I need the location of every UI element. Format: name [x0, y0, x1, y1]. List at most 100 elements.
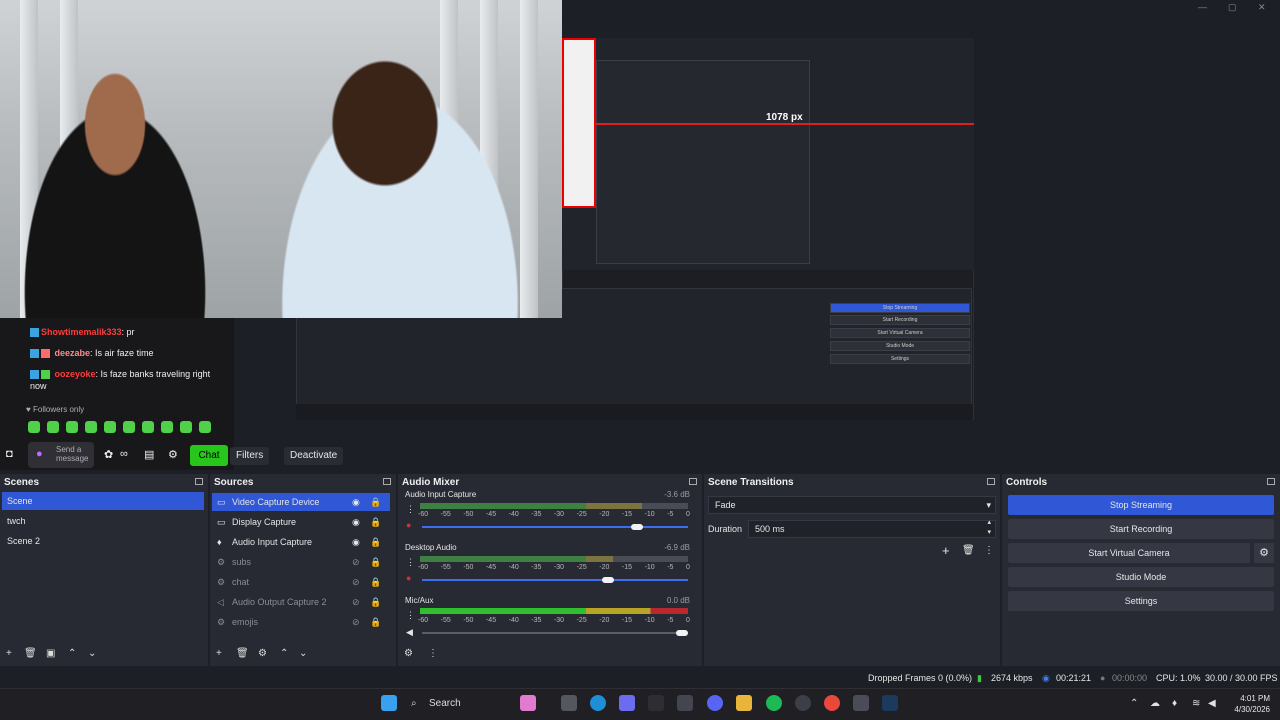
steam-icon[interactable]	[882, 695, 898, 711]
widget-flowers-icon[interactable]	[520, 695, 536, 711]
store-icon[interactable]: ▤	[144, 448, 154, 461]
move-down-icon[interactable]: ⌄	[88, 648, 96, 659]
visibility-eye-icon[interactable]: ◉	[352, 533, 360, 551]
hidden-eye-icon[interactable]: ⊘	[352, 613, 360, 631]
minimize-icon[interactable]: —	[1198, 2, 1207, 12]
discord-icon[interactable]	[707, 695, 723, 711]
microphone-icon[interactable]: ●	[36, 448, 43, 460]
chrome-icon[interactable]	[824, 695, 840, 711]
add-source-icon[interactable]: +	[216, 648, 222, 659]
source-item[interactable]: ♦ Audio Input Capture ◉ 🔒	[212, 533, 390, 551]
deactivate-button[interactable]: Deactivate	[284, 447, 344, 465]
delete-scene-icon[interactable]: 🗑	[24, 648, 37, 659]
start-recording-button[interactable]: Start Recording	[1008, 519, 1274, 539]
microphone-tray-icon[interactable]: ♦	[1172, 698, 1177, 709]
camera-icon[interactable]: ◘	[6, 448, 13, 460]
transition-select[interactable]: Fade ▾	[708, 496, 996, 514]
channel-menu-icon[interactable]: ⋮	[406, 504, 415, 515]
volume-slider-knob[interactable]	[630, 524, 643, 530]
chat-username[interactable]: Showtimemalik333	[41, 327, 122, 337]
duration-input[interactable]: 500 ms ▴ ▾	[748, 518, 996, 538]
undock-icon[interactable]	[195, 478, 203, 485]
undock-icon[interactable]	[1267, 478, 1275, 485]
emote-icon[interactable]	[47, 421, 59, 433]
lock-icon[interactable]: 🔒	[370, 553, 381, 571]
virtual-camera-settings-icon[interactable]: ⚙	[1254, 543, 1274, 563]
clock[interactable]: 4:01 PM 4/30/2026	[1226, 693, 1270, 715]
emote-icon[interactable]	[66, 421, 78, 433]
mixer-settings-icon[interactable]: ⚙	[404, 648, 413, 659]
emote-icon[interactable]	[104, 421, 116, 433]
source-item[interactable]: ◁ Audio Output Capture 2 ⊘ 🔒	[212, 593, 390, 611]
undock-icon[interactable]	[383, 478, 391, 485]
lock-icon[interactable]: 🔒	[370, 573, 381, 591]
mixer-menu-icon[interactable]: ⋮	[428, 648, 438, 659]
start-virtual-camera-button[interactable]: Start Virtual Camera	[1008, 543, 1250, 563]
move-down-icon[interactable]: ⌄	[299, 648, 307, 659]
hidden-eye-icon[interactable]: ⊘	[352, 573, 360, 591]
hidden-eye-icon[interactable]: ⊘	[352, 553, 360, 571]
volume-slider-knob[interactable]	[601, 577, 614, 583]
stop-streaming-button[interactable]: Stop Streaming	[1008, 495, 1274, 515]
filters-button[interactable]: Filters	[230, 447, 270, 465]
settings-app-icon[interactable]	[795, 695, 811, 711]
file-explorer-icon[interactable]	[561, 695, 577, 711]
add-transition-icon[interactable]: +	[942, 543, 950, 558]
windows-start-icon[interactable]	[381, 695, 397, 711]
cloud-icon[interactable]: ☁	[1150, 698, 1160, 709]
emote-icon[interactable]	[85, 421, 97, 433]
scene-item[interactable]: Scene 2	[2, 532, 204, 550]
chat-username[interactable]: deezabe	[55, 348, 91, 358]
move-up-icon[interactable]: ⌃	[68, 648, 76, 659]
location-pin-icon[interactable]	[648, 695, 664, 711]
volume-icon[interactable]: ◀	[1208, 698, 1216, 709]
chat-send-button[interactable]: Chat	[190, 445, 228, 466]
visibility-eye-icon[interactable]: ◉	[352, 513, 360, 531]
mute-icon[interactable]: ●	[406, 573, 411, 583]
calculator-icon[interactable]	[677, 695, 693, 711]
emote-icon[interactable]	[28, 421, 40, 433]
transition-menu-icon[interactable]: ⋮	[984, 545, 994, 556]
emote-icon[interactable]	[142, 421, 154, 433]
volume-slider[interactable]	[422, 577, 688, 583]
settings-button[interactable]: Settings	[1008, 591, 1274, 611]
source-properties-icon[interactable]: ⚙	[258, 648, 267, 659]
spotify-icon[interactable]	[766, 695, 782, 711]
volume-slider[interactable]	[422, 630, 688, 636]
hidden-eye-icon[interactable]: ⊘	[352, 593, 360, 611]
scene-item[interactable]: Scene	[2, 492, 204, 510]
source-item[interactable]: ⚙ subs ⊘ 🔒	[212, 553, 390, 571]
mute-icon[interactable]: ●	[406, 520, 411, 530]
close-icon[interactable]: ✕	[1258, 2, 1266, 13]
maximize-icon[interactable]: ▢	[1228, 2, 1237, 13]
volume-slider[interactable]	[422, 524, 688, 530]
tray-chevron-icon[interactable]: ⌃	[1130, 698, 1138, 709]
stepper-icon[interactable]: ▴ ▾	[987, 518, 991, 538]
speaker-icon[interactable]: ◀	[406, 627, 413, 638]
folder-icon[interactable]	[736, 695, 752, 711]
lock-icon[interactable]: 🔒	[370, 613, 381, 631]
add-scene-icon[interactable]: +	[6, 648, 12, 659]
emote-icon[interactable]	[180, 421, 192, 433]
emote-icon[interactable]	[199, 421, 211, 433]
lock-icon[interactable]: 🔒	[370, 513, 381, 531]
filter-icon[interactable]: ▣	[46, 648, 55, 659]
channel-menu-icon[interactable]: ⋮	[406, 557, 415, 568]
source-item[interactable]: ⚙ emojis ⊘ 🔒	[212, 613, 390, 631]
gear-icon[interactable]: ⚙	[168, 448, 178, 461]
taskbar-search[interactable]: ⌕ Search	[405, 694, 515, 714]
volume-slider-knob[interactable]	[676, 630, 688, 636]
studio-mode-button[interactable]: Studio Mode	[1008, 567, 1274, 587]
bits-icon[interactable]: ∞	[120, 448, 128, 460]
undock-icon[interactable]	[689, 478, 697, 485]
source-item[interactable]: ⚙ chat ⊘ 🔒	[212, 573, 390, 591]
channel-menu-icon[interactable]: ⋮	[406, 610, 415, 621]
gear-app-icon[interactable]	[853, 695, 869, 711]
lock-icon[interactable]: 🔒	[370, 593, 381, 611]
lock-icon[interactable]: 🔒	[370, 533, 381, 551]
emote-icon[interactable]	[161, 421, 173, 433]
copilot-icon[interactable]	[619, 695, 635, 711]
undock-icon[interactable]	[987, 478, 995, 485]
delete-source-icon[interactable]: 🗑	[236, 648, 249, 659]
move-up-icon[interactable]: ⌃	[280, 648, 288, 659]
